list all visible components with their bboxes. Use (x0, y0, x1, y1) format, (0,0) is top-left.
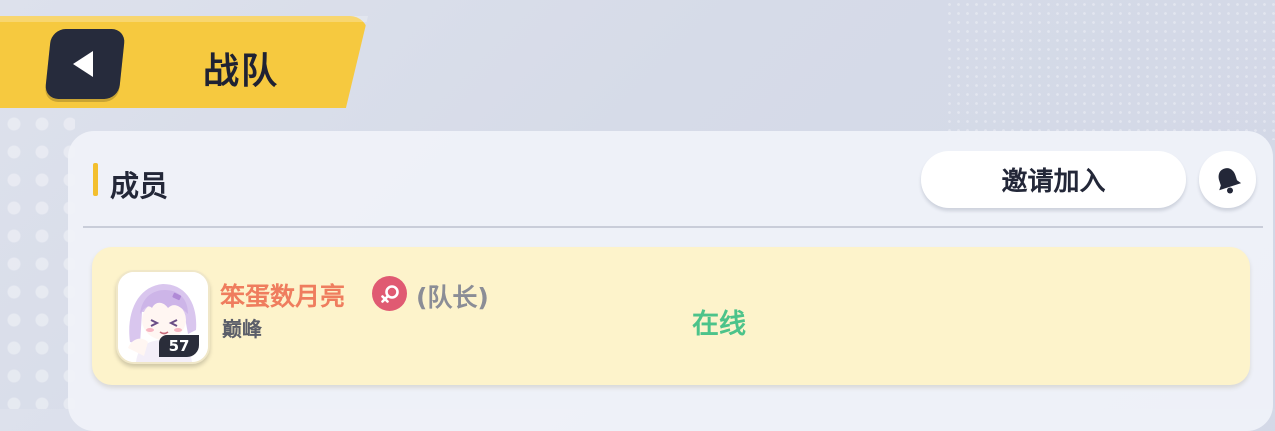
member-role: (队长) (416, 283, 489, 312)
back-button[interactable] (44, 29, 126, 99)
section-accent-bar (93, 163, 98, 196)
back-arrow-icon (73, 51, 93, 77)
member-rank: 巅峰 (222, 317, 262, 341)
member-name: 笨蛋数月亮 (220, 282, 346, 311)
page-title: 战队 (203, 51, 280, 92)
bell-icon (1218, 167, 1241, 193)
section-divider (83, 226, 1263, 228)
member-status: 在线 (692, 309, 746, 340)
section-title: 成员 (110, 169, 169, 203)
notification-button[interactable] (1199, 151, 1256, 208)
female-symbol-icon (372, 276, 407, 311)
background-dot-pattern (945, 0, 1275, 140)
background-bubble-pattern (0, 110, 75, 409)
level-badge: 57 (159, 335, 199, 357)
invite-button[interactable]: 邀请加入 (921, 151, 1186, 208)
member-card[interactable] (92, 247, 1250, 385)
